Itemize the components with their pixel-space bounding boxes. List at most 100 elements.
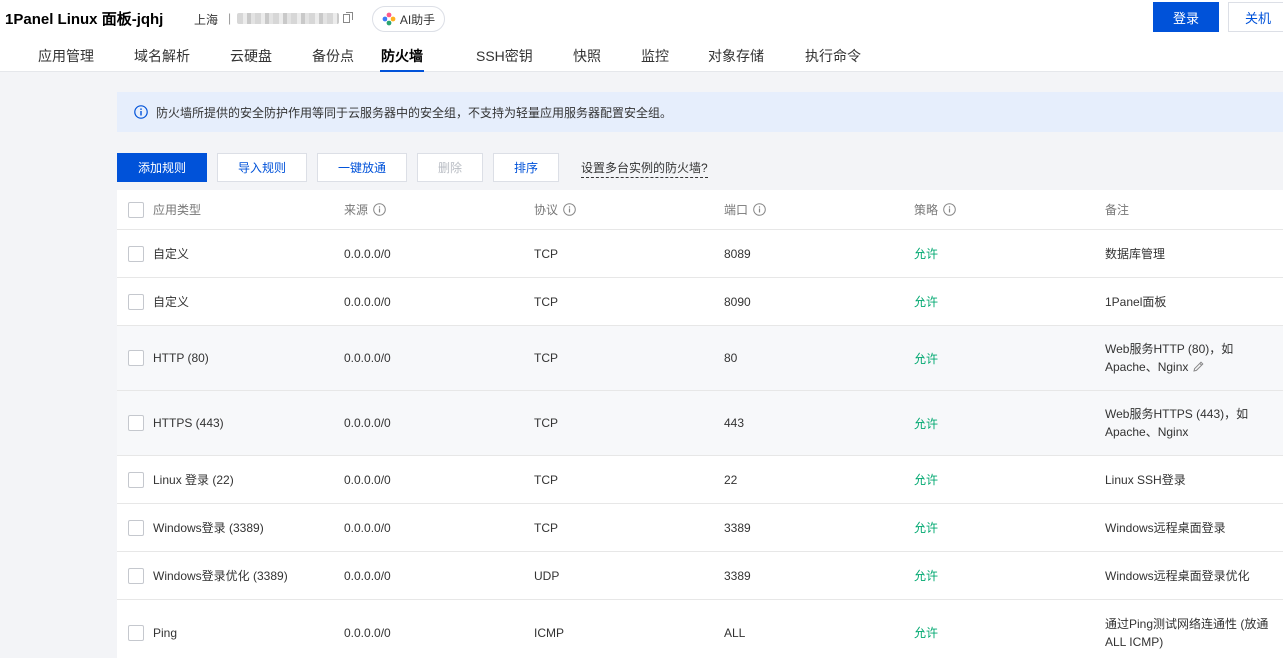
login-button[interactable]: 登录	[1153, 2, 1219, 32]
cell-note: 1Panel面板	[1105, 278, 1265, 325]
cell-type: HTTP (80)	[153, 351, 209, 365]
cell-protocol: TCP	[534, 472, 558, 487]
cell-note: Linux SSH登录	[1105, 456, 1265, 503]
shutdown-button[interactable]: 关机	[1228, 2, 1283, 32]
cell-policy: 允许	[914, 416, 939, 431]
col-header-type: 应用类型	[153, 190, 201, 229]
table-row: HTTPS (443) 0.0.0.0/0 TCP 443 允许 Web服务HT…	[117, 391, 1283, 456]
row-checkbox[interactable]	[128, 519, 144, 536]
tab-snapshot[interactable]: 快照	[573, 46, 601, 72]
cell-protocol: TCP	[534, 520, 558, 535]
row-checkbox[interactable]	[128, 245, 144, 262]
cell-type: Ping	[153, 625, 178, 640]
cell-protocol: TCP	[534, 416, 558, 430]
cell-port: 8089	[724, 246, 751, 261]
firewall-notice: 防火墙所提供的安全防护作用等同于云服务器中的安全组，不支持为轻量应用服务器配置安…	[117, 92, 1283, 132]
col-port-label: 端口	[724, 203, 749, 217]
copy-icon[interactable]	[343, 12, 353, 23]
select-all-checkbox[interactable]	[128, 201, 144, 218]
row-checkbox[interactable]	[128, 567, 144, 584]
notice-text: 防火墙所提供的安全防护作用等同于云服务器中的安全组，不支持为轻量应用服务器配置安…	[156, 105, 673, 120]
question-icon[interactable]	[373, 203, 386, 216]
tab-backup[interactable]: 备份点	[312, 46, 354, 72]
cell-policy: 允许	[914, 473, 939, 487]
cell-port: 3389	[724, 568, 751, 583]
cell-port: ALL	[724, 625, 746, 640]
tab-cloud-disk[interactable]: 云硬盘	[230, 46, 272, 72]
multi-instance-firewall-link[interactable]: 设置多台实例的防火墙?	[581, 159, 708, 178]
cell-source: 0.0.0.0/0	[344, 294, 391, 309]
cell-policy: 允许	[914, 295, 939, 309]
cell-note: Web服务HTTP (80)，如Apache、Nginx	[1105, 326, 1255, 390]
col-note-label: 备注	[1105, 203, 1130, 217]
tab-firewall[interactable]: 防火墙	[380, 46, 424, 72]
cell-type: 自定义	[153, 247, 190, 261]
import-rule-button[interactable]: 导入规则	[217, 153, 307, 182]
cell-port: 22	[724, 472, 738, 487]
cell-port: 3389	[724, 520, 751, 535]
cell-protocol: ICMP	[534, 625, 564, 640]
open-all-button[interactable]: 一键放通	[317, 153, 407, 182]
note-text: Web服务HTTPS (443)，如Apache、Nginx	[1105, 407, 1249, 439]
table-row: HTTP (80) 0.0.0.0/0 TCP 80 允许 Web服务HTTP …	[117, 326, 1283, 391]
tab-domain-dns[interactable]: 域名解析	[134, 46, 190, 72]
row-checkbox[interactable]	[128, 471, 144, 488]
cell-source: 0.0.0.0/0	[344, 351, 391, 365]
question-icon[interactable]	[943, 203, 956, 216]
note-text: 数据库管理	[1105, 246, 1166, 261]
row-checkbox[interactable]	[128, 293, 144, 310]
edit-pencil-icon[interactable]	[1192, 360, 1205, 373]
cell-source: 0.0.0.0/0	[344, 520, 391, 535]
cell-note: 通过Ping测试网络连通性 (放通ALL ICMP)	[1105, 600, 1275, 658]
cell-source: 0.0.0.0/0	[344, 246, 391, 261]
col-header-protocol: 协议	[534, 190, 576, 229]
cell-policy: 允许	[914, 521, 939, 535]
table-row: Ping 0.0.0.0/0 ICMP ALL 允许 通过Ping测试网络连通性…	[117, 600, 1283, 658]
note-content: Web服务HTTP (80)，如Apache、Nginx	[1105, 340, 1255, 376]
firewall-rules-table: 应用类型 来源 协议 端口 策略 备注 自定义 0.0.0.0/0 TCP 80…	[117, 190, 1283, 658]
note-text: Linux SSH登录	[1105, 472, 1186, 487]
cell-protocol: TCP	[534, 351, 558, 365]
question-icon[interactable]	[753, 203, 766, 216]
col-header-policy: 策略	[914, 190, 956, 229]
cell-note: 数据库管理	[1105, 230, 1265, 277]
row-checkbox[interactable]	[128, 624, 144, 641]
add-rule-button[interactable]: 添加规则	[117, 153, 207, 182]
cell-policy: 允许	[914, 351, 939, 366]
col-policy-label: 策略	[914, 203, 939, 217]
tab-object-storage[interactable]: 对象存储	[708, 46, 764, 72]
cell-note: Windows远程桌面登录优化	[1105, 552, 1275, 599]
instance-title: 1Panel Linux 面板-jqhj	[5, 11, 164, 28]
note-text: Windows远程桌面登录优化	[1105, 568, 1250, 583]
ai-assistant-button[interactable]: AI助手	[372, 6, 445, 32]
note-text: 1Panel面板	[1105, 294, 1167, 309]
cell-type: Windows登录 (3389)	[153, 521, 264, 535]
cell-type: Linux 登录 (22)	[153, 473, 234, 487]
col-source-label: 来源	[344, 203, 369, 217]
ai-sparkle-icon	[382, 12, 396, 26]
cell-port: 443	[724, 416, 745, 430]
sort-button[interactable]: 排序	[493, 153, 559, 182]
cell-protocol: TCP	[534, 246, 558, 261]
table-row: 自定义 0.0.0.0/0 TCP 8089 允许 数据库管理	[117, 230, 1283, 278]
row-checkbox[interactable]	[128, 350, 144, 366]
cell-policy: 允许	[914, 569, 939, 583]
separator: |	[228, 11, 232, 25]
cell-protocol: UDP	[534, 568, 560, 583]
note-text: Web服务HTTP (80)，如Apache、Nginx	[1105, 342, 1234, 374]
delete-button[interactable]: 删除	[417, 153, 483, 182]
question-icon[interactable]	[563, 203, 576, 216]
ai-assistant-label: AI助手	[399, 12, 436, 27]
cell-note: Web服务HTTPS (443)，如Apache、Nginx	[1105, 391, 1265, 455]
top-bar: 1Panel Linux 面板-jqhj 上海 | AI助手 登录 关机 应用管…	[0, 0, 1283, 72]
cell-source: 0.0.0.0/0	[344, 568, 391, 583]
tab-app-management[interactable]: 应用管理	[38, 46, 94, 72]
note-text: Windows远程桌面登录	[1105, 520, 1226, 535]
tab-run-command[interactable]: 执行命令	[805, 46, 861, 72]
tab-monitoring[interactable]: 监控	[641, 46, 669, 72]
cell-port: 8090	[724, 294, 751, 309]
row-checkbox[interactable]	[128, 415, 144, 431]
tab-ssh-keys[interactable]: SSH密钥	[476, 46, 533, 72]
info-icon	[134, 105, 148, 119]
cell-source: 0.0.0.0/0	[344, 625, 391, 640]
